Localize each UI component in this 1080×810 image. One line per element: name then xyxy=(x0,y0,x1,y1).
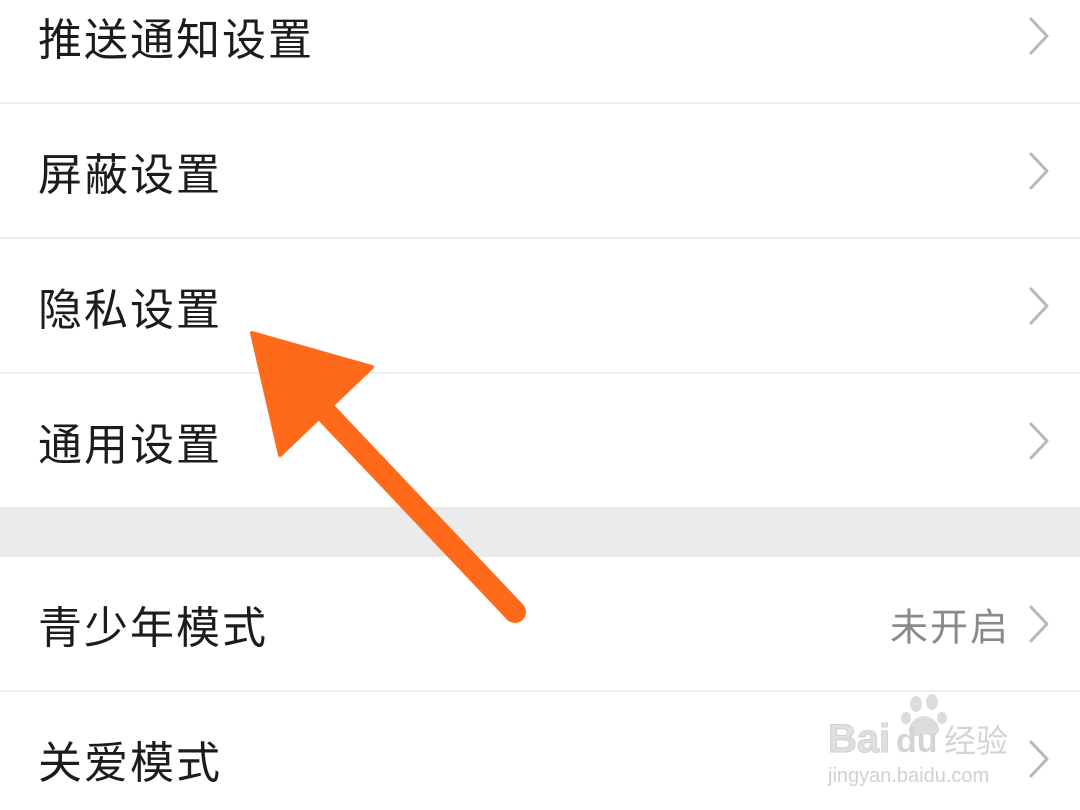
settings-item-label: 隐私设置 xyxy=(38,285,222,336)
settings-item-label: 屏蔽设置 xyxy=(38,150,222,201)
chevron-right-icon xyxy=(1029,152,1049,190)
settings-screen: 推送通知设置 屏蔽设置 隐私设置 通用设置 青少年模式 未开启 关爱模式 Bai… xyxy=(0,0,1080,810)
settings-item-label: 推送通知设置 xyxy=(38,15,314,66)
chevron-right-icon xyxy=(1029,605,1049,643)
settings-item-general[interactable]: 通用设置 xyxy=(0,374,1080,508)
chevron-right-icon xyxy=(1029,740,1049,778)
svg-text:du: du xyxy=(896,722,938,760)
settings-item-block[interactable]: 屏蔽设置 xyxy=(0,104,1080,238)
settings-item-label: 青少年模式 xyxy=(38,603,268,654)
settings-item-label: 关爱模式 xyxy=(38,738,222,789)
chevron-right-icon xyxy=(1029,422,1049,460)
chevron-right-icon xyxy=(1029,17,1049,55)
settings-item-privacy[interactable]: 隐私设置 xyxy=(0,239,1080,373)
baidu-watermark-logo: Bai du 经验 jingyan.baidu.com xyxy=(827,694,1008,787)
settings-item-status: 未开启 xyxy=(889,605,1010,650)
svg-text:Bai: Bai xyxy=(828,717,890,761)
chevron-right-icon xyxy=(1029,287,1049,325)
settings-item-teen-mode[interactable]: 青少年模式 未开启 xyxy=(0,557,1080,691)
settings-item-push-notifications[interactable]: 推送通知设置 xyxy=(0,0,1080,103)
svg-text:经验: 经验 xyxy=(944,722,1008,760)
svg-text:jingyan.baidu.com: jingyan.baidu.com xyxy=(827,765,989,787)
settings-item-label: 通用设置 xyxy=(38,420,222,471)
section-separator xyxy=(0,507,1080,557)
